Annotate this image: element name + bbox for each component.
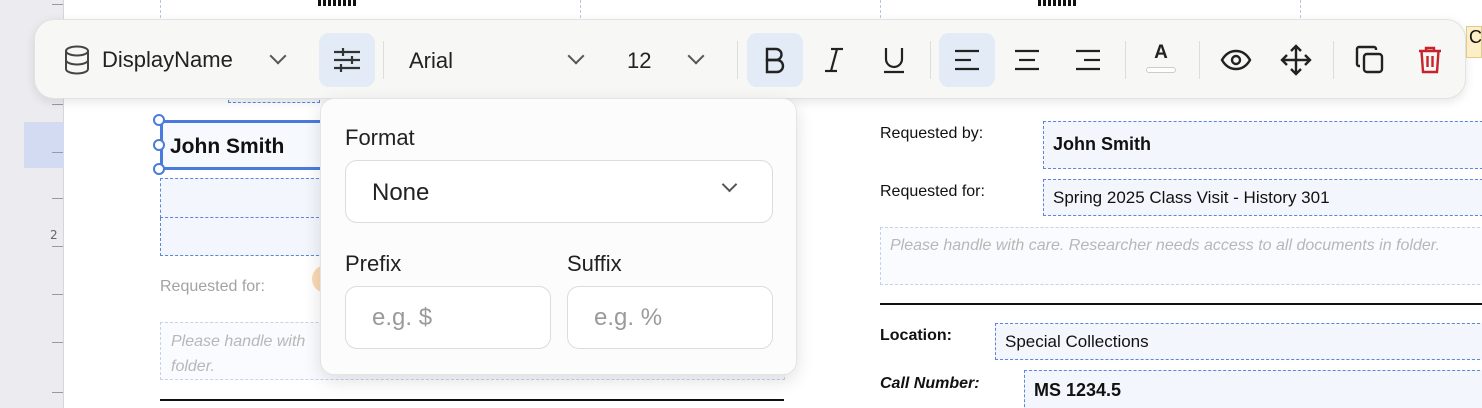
- sliders-icon: [334, 48, 360, 72]
- requested-by-label: Requested by:: [880, 125, 984, 142]
- text-color-swatch: [1146, 66, 1176, 73]
- ruler-tick: [52, 392, 63, 393]
- chevron-down-icon[interactable]: [567, 47, 585, 65]
- selected-field-displayname[interactable]: John Smith: [160, 120, 330, 170]
- text-color-icon: A: [1154, 41, 1168, 63]
- suffix-label: Suffix: [567, 251, 622, 276]
- barcode: [1038, 0, 1078, 6]
- location-field[interactable]: Special Collections: [995, 323, 1482, 360]
- resize-handle[interactable]: [153, 139, 165, 151]
- underline-button[interactable]: [866, 33, 922, 87]
- database-icon: [61, 44, 93, 76]
- ruler-selection-highlight: [24, 122, 64, 168]
- italic-icon: [825, 47, 843, 73]
- left-note-text-line2: folder.: [171, 358, 215, 375]
- location-label: Location:: [880, 327, 952, 344]
- ruler-number: 2: [50, 228, 58, 242]
- ruler-tick: [52, 104, 63, 105]
- toolbar-separator: [383, 41, 384, 79]
- toolbar-separator: [1125, 41, 1126, 79]
- resize-handle[interactable]: [153, 163, 165, 175]
- chevron-down-icon[interactable]: [687, 47, 705, 65]
- move-button[interactable]: [1268, 33, 1324, 87]
- align-left-icon: [955, 49, 979, 71]
- call-number-label: Call Number:: [880, 375, 980, 392]
- ruler-tick: [52, 4, 63, 5]
- barcode: [318, 0, 358, 6]
- underline-icon: [884, 48, 904, 74]
- visibility-button[interactable]: [1208, 33, 1264, 87]
- requested-by-value: John Smith: [1053, 134, 1151, 154]
- duplicate-button[interactable]: [1342, 33, 1398, 87]
- italic-button[interactable]: [806, 33, 862, 87]
- left-requested-for-label: Requested for:: [160, 278, 265, 295]
- align-center-icon: [1015, 49, 1039, 71]
- prefix-label: Prefix: [345, 251, 402, 276]
- ruler-tick: [52, 198, 63, 199]
- toolbar-separator: [930, 41, 931, 79]
- format-select[interactable]: None: [345, 160, 773, 223]
- guide-line: [1300, 0, 1301, 18]
- field-format-popover: Format None Prefix Suffix: [320, 98, 797, 375]
- field-tag: C: [1466, 26, 1482, 58]
- ruler-tick: [52, 342, 63, 343]
- call-number-value: MS 1234.5: [1034, 380, 1122, 400]
- format-select-value: None: [372, 179, 430, 206]
- chevron-down-icon[interactable]: [269, 47, 287, 65]
- field-name-dropdown[interactable]: DisplayName: [102, 47, 233, 73]
- align-right-icon: [1076, 49, 1100, 71]
- left-note-text: Please handle with: [171, 333, 306, 350]
- toolbar-separator: [1333, 41, 1334, 79]
- suffix-input[interactable]: [567, 286, 773, 349]
- requested-by-field[interactable]: John Smith: [1043, 121, 1482, 169]
- guide-line: [580, 0, 581, 18]
- divider-line: [880, 303, 1482, 305]
- align-left-button[interactable]: [939, 33, 995, 87]
- guide-line: [880, 0, 881, 18]
- note-field[interactable]: Please handle with care. Researcher need…: [880, 227, 1482, 285]
- duplicate-icon: [1355, 45, 1384, 74]
- left-field-empty[interactable]: [160, 178, 324, 218]
- ruler-tick: [52, 294, 63, 295]
- formatting-toolbar: DisplayName Arial 12 A: [34, 19, 1466, 99]
- align-right-button[interactable]: [1060, 33, 1116, 87]
- field-settings-button[interactable]: [319, 33, 375, 87]
- requested-for-value: Spring 2025 Class Visit - History 301: [1053, 188, 1330, 207]
- ruler-tick: [52, 152, 63, 153]
- eye-icon: [1220, 49, 1252, 71]
- font-family-dropdown[interactable]: Arial: [409, 48, 453, 74]
- delete-button[interactable]: [1402, 33, 1458, 87]
- toolbar-separator: [1199, 41, 1200, 79]
- delete-icon: [1419, 46, 1441, 74]
- selected-field-value: John Smith: [170, 135, 285, 158]
- font-size-dropdown[interactable]: 12: [627, 48, 651, 74]
- guide-line: [160, 0, 161, 18]
- bold-button[interactable]: [747, 33, 803, 87]
- text-color-button[interactable]: A: [1133, 33, 1189, 87]
- prefix-input[interactable]: [345, 286, 551, 349]
- location-value: Special Collections: [1005, 332, 1149, 351]
- note-placeholder: Please handle with care. Researcher need…: [890, 237, 1440, 254]
- move-icon: [1280, 44, 1312, 76]
- requested-for-field[interactable]: Spring 2025 Class Visit - History 301: [1043, 179, 1482, 216]
- toolbar-separator: [737, 41, 738, 79]
- format-label: Format: [345, 125, 415, 150]
- resize-handle[interactable]: [153, 114, 165, 126]
- ruler-tick: [52, 246, 63, 247]
- bold-icon: [765, 47, 785, 74]
- align-center-button[interactable]: [999, 33, 1055, 87]
- call-number-field[interactable]: MS 1234.5: [1024, 370, 1482, 408]
- chevron-down-icon: [721, 176, 738, 193]
- divider-line: [160, 399, 784, 401]
- requested-for-label: Requested for:: [880, 183, 985, 200]
- left-field-empty[interactable]: [160, 218, 324, 256]
